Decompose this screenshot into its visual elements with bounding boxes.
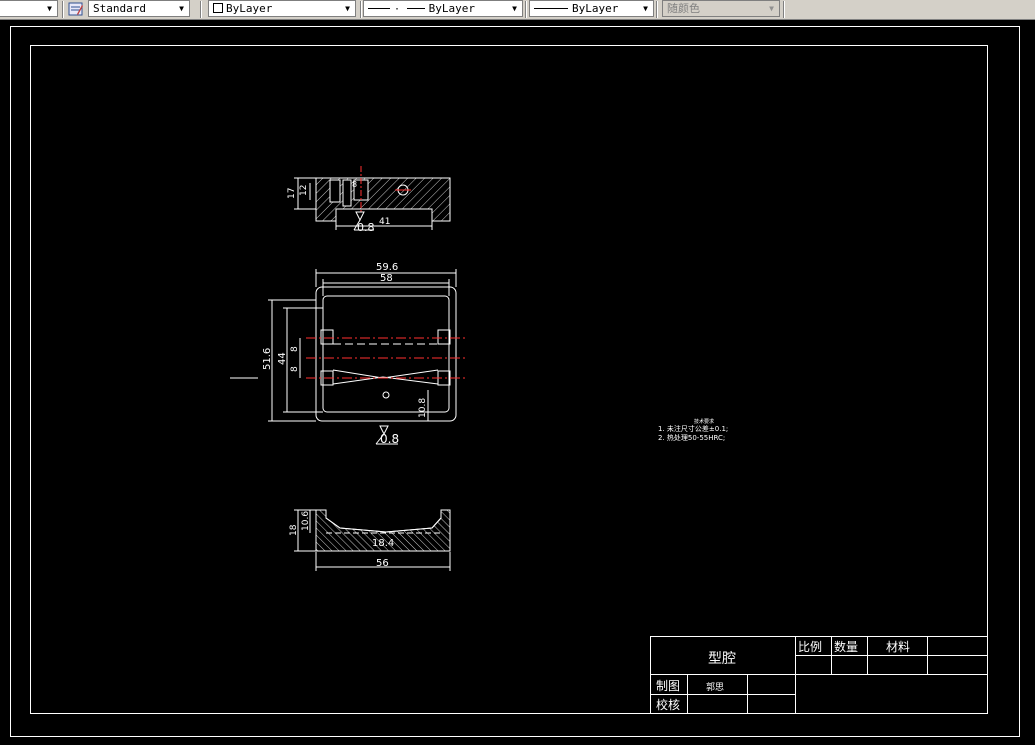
title-scale-label: 比例 [798,640,822,654]
section-dim-height: 18 [289,524,299,536]
title-quantity-label: 数量 [834,639,858,654]
sheet-inner-border [30,45,988,714]
toolbar-separator [525,1,527,18]
top-dim-width: 41 [379,217,390,227]
properties-toolbar: ▼ Standard ▼ ByLayer ▼ · ByLayer ▼ ByLay… [0,0,1035,20]
text-style-value: Standard [93,2,146,15]
top-dim-small: 8 [352,180,357,189]
text-style-icon[interactable] [68,1,84,17]
chevron-down-icon: ▼ [47,4,52,13]
color-dropdown[interactable]: ByLayer ▼ [208,0,356,17]
plan-dim-inner-height: 44 [277,352,288,365]
toolbar-separator [783,1,785,18]
linetype-value: ByLayer [428,2,476,15]
sheet-outer-border [10,26,1020,737]
title-checked-label: 校核 [656,697,680,712]
plan-dim-outer-width: 59.6 [376,262,398,273]
plan-roughness: 0.8 [380,432,399,446]
chevron-down-icon: ▼ [643,4,648,13]
plan-dim-gap-top: 8 [290,346,300,352]
notes-heading: 技术要求 [694,418,714,425]
title-drawn-by: 郭思 [706,681,724,693]
text-style-dropdown[interactable]: Standard ▼ [88,0,190,17]
chevron-down-icon: ▼ [512,4,517,13]
lineweight-dropdown[interactable]: ByLayer ▼ [529,0,654,17]
color-value: ByLayer [226,2,273,15]
title-material-label: 材料 [886,640,910,654]
title-drawn-label: 制图 [656,679,680,693]
plan-dim-bottom-offset: 10.8 [418,398,428,418]
lineweight-value: ByLayer [572,2,619,15]
notes-line-1: 1. 未注尺寸公差±0.1; [658,424,728,433]
chevron-down-icon: ▼ [769,4,774,13]
section-dim-depth: 10.6 [301,511,311,531]
section-dim-width: 56 [376,558,389,569]
top-roughness: 0.8 [357,221,375,234]
drawing-canvas[interactable]: 17 12 8 41 0.8 59.6 58 51.6 44 8 8 10.8 … [0,20,1035,745]
toolbar-separator [62,1,64,18]
toolbar-separator [656,1,658,18]
linetype-preview-icon [368,8,390,9]
toolbar-separator [200,1,202,18]
linetype-dropdown[interactable]: · ByLayer ▼ [363,0,523,17]
lineweight-preview-icon [534,8,568,9]
toolbar-separator [360,1,362,18]
plan-dim-gap-bottom: 8 [290,366,300,372]
chevron-down-icon: ▼ [179,4,184,13]
top-dim-height-inner: 12 [299,185,309,196]
chevron-down-icon: ▼ [345,4,350,13]
plot-style-value: 随颜色 [667,2,700,15]
top-dim-height-outer: 17 [287,188,297,199]
title-part-name: 型腔 [708,651,736,667]
plan-dim-inner-width: 58 [380,273,393,284]
color-swatch-icon [213,3,223,13]
notes-line-2: 2. 热处理50-55HRC; [658,433,725,442]
plot-style-dropdown: 随颜色 ▼ [662,0,780,17]
previous-dropdown[interactable]: ▼ [0,0,58,17]
plan-dim-outer-height: 51.6 [262,348,273,370]
technical-notes: 技术要求 1. 未注尺寸公差±0.1; 2. 热处理50-55HRC; [658,418,728,442]
section-dim-inner: 18.4 [372,538,394,549]
linetype-preview-icon [406,8,425,9]
